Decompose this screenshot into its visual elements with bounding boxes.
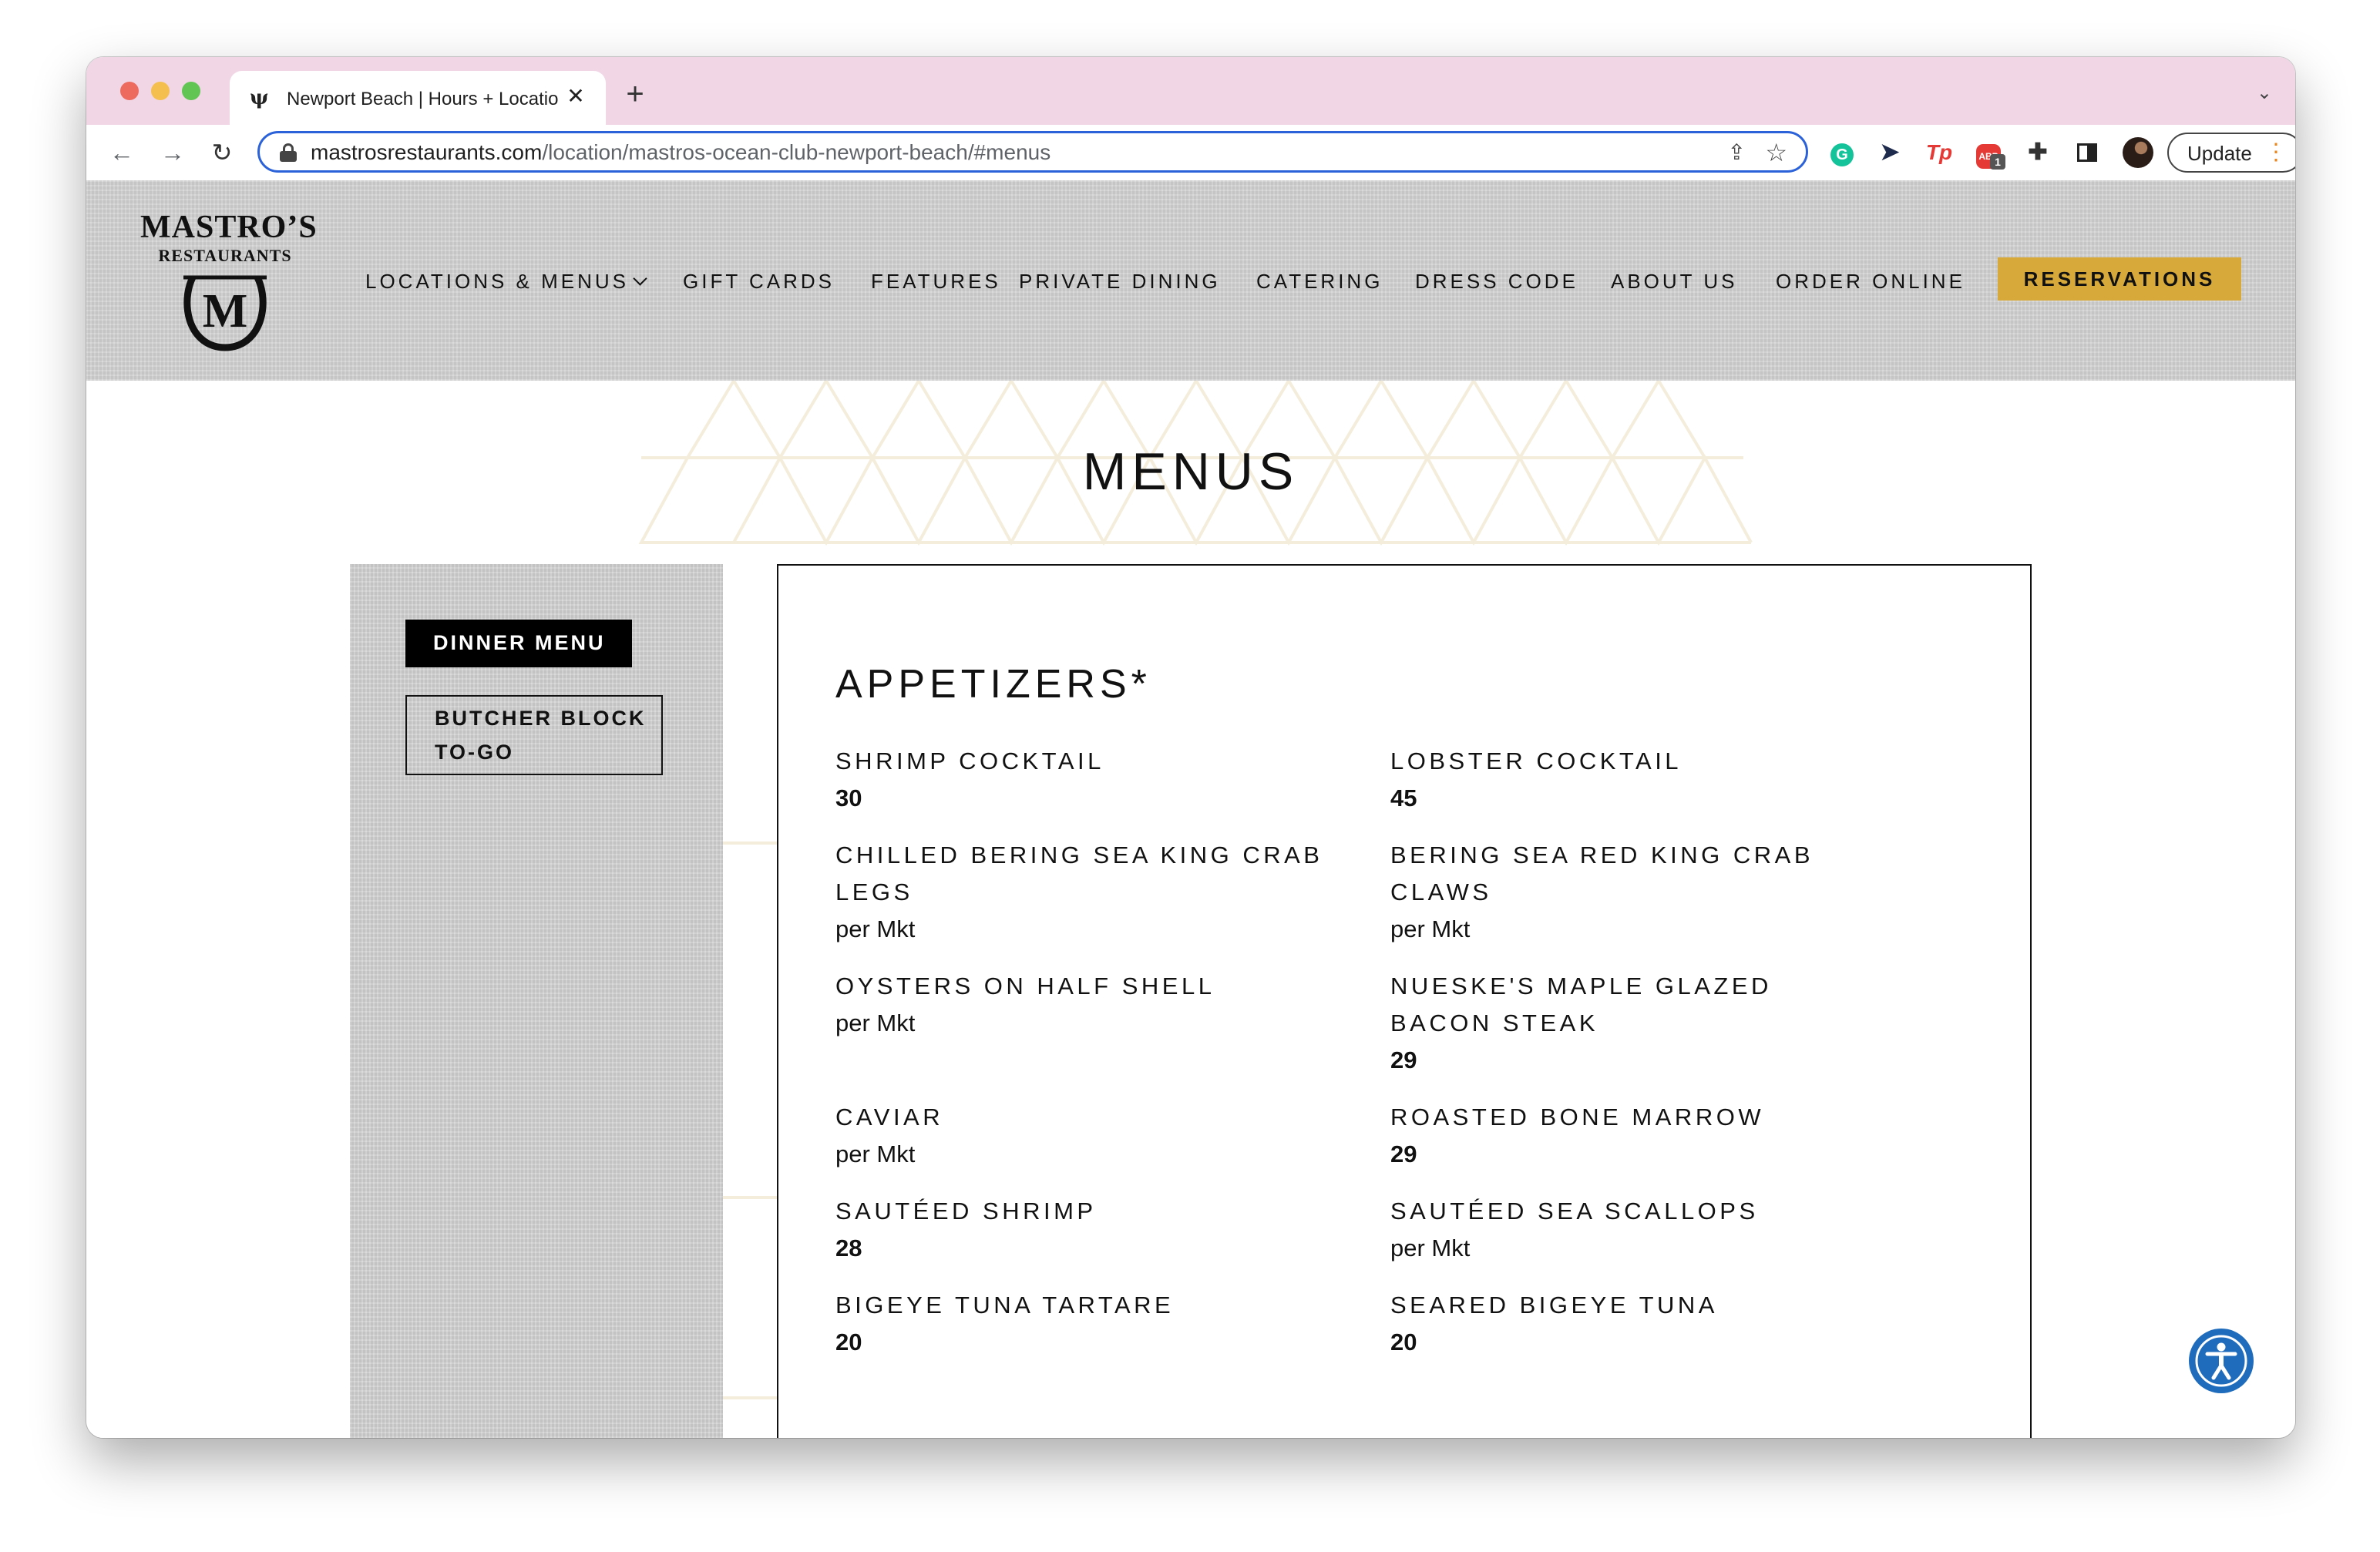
menu-item: NUESKE'S MAPLE GLAZED BACON STEAK 29 bbox=[1390, 968, 1884, 1079]
menu-item-name: OYSTERS ON HALF SHELL bbox=[835, 973, 1215, 999]
menu-item-price: per Mkt bbox=[835, 1140, 916, 1167]
nav-label: LOCATIONS & MENUS bbox=[365, 270, 630, 293]
menu-sidebar: DINNER MENU BUTCHER BLOCK TO-GO bbox=[350, 564, 723, 1438]
nav-features[interactable]: FEATURES bbox=[871, 270, 1001, 293]
menu-item-price: per Mkt bbox=[835, 915, 916, 942]
menu-item: CHILLED BERING SEA KING CRAB LEGS per Mk… bbox=[835, 837, 1329, 948]
new-tab-button[interactable]: + bbox=[620, 79, 650, 109]
accessibility-person-icon bbox=[2195, 1335, 2247, 1387]
dinner-menu-button[interactable]: DINNER MENU bbox=[405, 620, 632, 667]
nav-gift-cards[interactable]: GIFT CARDS bbox=[683, 270, 835, 293]
lock-icon[interactable] bbox=[280, 143, 297, 162]
address-bar[interactable]: mastrosrestaurants.com/location/mastros-… bbox=[257, 131, 1808, 173]
nav-private-dining[interactable]: PRIVATE DINING bbox=[1019, 270, 1221, 293]
nav-dress-code[interactable]: DRESS CODE bbox=[1415, 270, 1578, 293]
menu-item-price: per Mkt bbox=[835, 1009, 916, 1036]
menu-item-name: SAUTÉED SHRIMP bbox=[835, 1198, 1097, 1224]
tp-extension-icon[interactable]: Tp bbox=[1924, 137, 1955, 168]
menu-kebab-icon: ⋮ bbox=[2264, 139, 2288, 165]
menu-item-price: 20 bbox=[1390, 1329, 1417, 1355]
menu-item-price: 28 bbox=[835, 1235, 862, 1261]
menu-item-name: SAUTÉED SEA SCALLOPS bbox=[1390, 1198, 1759, 1224]
browser-window: ψ Newport Beach | Hours + Location ✕ + ⌄… bbox=[86, 57, 2295, 1438]
close-window-button[interactable] bbox=[120, 82, 139, 100]
url-path: /location/mastros-ocean-club-newport-bea… bbox=[542, 140, 1051, 164]
menu-item: BERING SEA RED KING CRAB CLAWS per Mkt bbox=[1390, 837, 1884, 948]
reservations-button[interactable]: RESERVATIONS bbox=[1998, 257, 2241, 301]
menu-item-price: 29 bbox=[1390, 1140, 1417, 1167]
url-host: mastrosrestaurants.com bbox=[311, 140, 543, 164]
menu-item: SEARED BIGEYE TUNA 20 bbox=[1390, 1287, 1884, 1361]
back-arrow-icon[interactable]: ← bbox=[105, 136, 139, 170]
minimize-window-button[interactable] bbox=[151, 82, 170, 100]
menu-item-name: SEARED BIGEYE TUNA bbox=[1390, 1292, 1718, 1319]
menu-item-price: per Mkt bbox=[1390, 915, 1471, 942]
nav-locations-menus[interactable]: LOCATIONS & MENUS bbox=[365, 270, 647, 293]
menus-section: MENUS DINNER MENU BUTCHER BLOCK TO-GO AP… bbox=[86, 381, 2295, 1438]
tab-newport-beach[interactable]: ψ Newport Beach | Hours + Location ✕ bbox=[230, 71, 606, 125]
forward-arrow-icon[interactable]: → bbox=[156, 136, 190, 170]
menu-item-price: 29 bbox=[1390, 1046, 1417, 1073]
chevron-down-icon bbox=[633, 271, 647, 286]
mastros-favicon-icon: ψ bbox=[250, 86, 269, 109]
menu-item: SHRIMP COCKTAIL 30 bbox=[835, 743, 1329, 817]
extensions-puzzle-icon[interactable]: ✚ bbox=[2022, 137, 2053, 168]
reload-icon[interactable]: ↻ bbox=[205, 136, 239, 170]
logo-letter: M bbox=[203, 285, 248, 338]
share-icon[interactable]: ⇪ bbox=[1728, 139, 1746, 165]
adblock-badge: 1 bbox=[1990, 154, 2005, 170]
url-text[interactable]: mastrosrestaurants.com/location/mastros-… bbox=[311, 141, 1050, 164]
menu-item-price: 30 bbox=[835, 784, 862, 811]
menu-item: ROASTED BONE MARROW 29 bbox=[1390, 1099, 1884, 1173]
menu-item: CAVIAR per Mkt bbox=[835, 1099, 1329, 1173]
menu-item: OYSTERS ON HALF SHELL per Mkt bbox=[835, 968, 1329, 1042]
menu-item: SAUTÉED SEA SCALLOPS per Mkt bbox=[1390, 1193, 1884, 1267]
menu-item-name: CHILLED BERING SEA KING CRAB LEGS bbox=[835, 842, 1323, 905]
logo-subtitle: RESTAURANTS bbox=[158, 246, 292, 265]
browser-toolbar: ← → ↻ mastrosrestaurants.com/location/ma… bbox=[86, 125, 2295, 181]
menu-item-price: 45 bbox=[1390, 784, 1417, 811]
logo-wordmark: MASTRO’S bbox=[140, 210, 318, 245]
profile-avatar[interactable] bbox=[2123, 137, 2153, 168]
menu-item-name: ROASTED BONE MARROW bbox=[1390, 1104, 1765, 1130]
menu-item: LOBSTER COCKTAIL 45 bbox=[1390, 743, 1884, 817]
adblock-icon[interactable]: ABP 1 bbox=[1973, 137, 2005, 170]
nav-order-online[interactable]: ORDER ONLINE bbox=[1776, 270, 1965, 293]
menu-item-price: per Mkt bbox=[1390, 1235, 1471, 1261]
menu-item-name: SHRIMP COCKTAIL bbox=[835, 747, 1104, 774]
menu-item-price: 20 bbox=[835, 1329, 862, 1355]
grammarly-icon[interactable]: G bbox=[1827, 137, 1857, 168]
accessibility-button[interactable] bbox=[2189, 1329, 2254, 1393]
menu-item: SAUTÉED SHRIMP 28 bbox=[835, 1193, 1329, 1267]
side-panel-icon[interactable] bbox=[2072, 137, 2103, 168]
butcher-block-to-go-button[interactable]: BUTCHER BLOCK TO-GO bbox=[405, 695, 663, 775]
logo-emblem-icon: M bbox=[183, 275, 267, 351]
maximize-window-button[interactable] bbox=[182, 82, 200, 100]
mastros-logo[interactable]: MASTRO’S RESTAURANTS M bbox=[140, 210, 318, 354]
menu-item-name: NUESKE'S MAPLE GLAZED BACON STEAK bbox=[1390, 973, 1772, 1036]
menu-item-name: LOBSTER COCKTAIL bbox=[1390, 747, 1682, 774]
menu-panel: APPETIZERS* SHRIMP COCKTAIL 30 LOBSTER C… bbox=[777, 564, 2032, 1438]
bookmark-star-icon[interactable]: ☆ bbox=[1765, 138, 1787, 167]
tab-title: Newport Beach | Hours + Location bbox=[287, 89, 558, 109]
menu-item-name: BERING SEA RED KING CRAB CLAWS bbox=[1390, 842, 1814, 905]
update-button[interactable]: Update ⋮ bbox=[2167, 133, 2295, 173]
section-title-appetizers: APPETIZERS* bbox=[835, 662, 1151, 707]
cursor-extension-icon[interactable]: ➤ bbox=[1874, 137, 1905, 168]
menu-item-name: BIGEYE TUNA TARTARE bbox=[835, 1292, 1175, 1319]
menu-item: BIGEYE TUNA TARTARE 20 bbox=[835, 1287, 1329, 1361]
grammarly-label: G bbox=[1830, 143, 1854, 166]
tab-close-icon[interactable]: ✕ bbox=[563, 83, 589, 109]
menu-item-name: CAVIAR bbox=[835, 1104, 944, 1130]
nav-catering[interactable]: CATERING bbox=[1256, 270, 1383, 293]
nav-about-us[interactable]: ABOUT US bbox=[1611, 270, 1737, 293]
page-title: MENUS bbox=[1082, 442, 1299, 501]
tab-search-chevron-icon[interactable]: ⌄ bbox=[2257, 82, 2272, 104]
update-label: Update bbox=[2187, 142, 2252, 165]
site-header: MASTRO’S RESTAURANTS M LOCATIONS & MENUS… bbox=[86, 180, 2295, 381]
tab-strip: ψ Newport Beach | Hours + Location ✕ + ⌄ bbox=[86, 57, 2295, 125]
